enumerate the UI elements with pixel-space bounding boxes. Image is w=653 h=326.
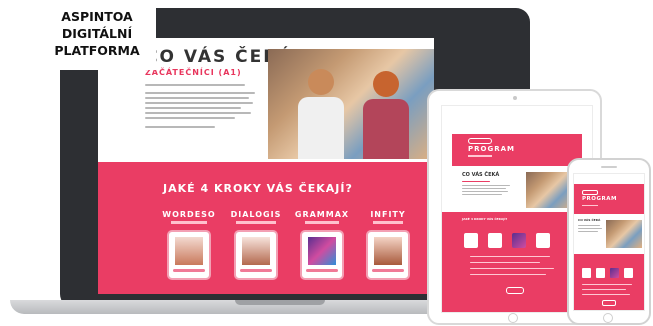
step-card-image [175,237,203,265]
step-grammax[interactable]: GRAMMAX [287,210,357,280]
step-title: INFITY [370,210,406,219]
step-title: DIALOGIS [230,210,282,219]
step-card-caption [173,269,205,272]
tablet-step-card[interactable] [512,233,526,248]
platform-badge: ASPINTOA DIGITÁLNÍ PLATFORMA [38,0,156,70]
tablet-steps-title: JAKÉ 4 KROKY VÁS ČEKAJÍ? [462,217,508,221]
badge-line-1: ASPINTOA [61,9,133,24]
step-card-image [308,237,336,265]
laptop-hero-subtitle: ZAČÁTEČNÍCI (A1) [145,68,242,77]
step-dialogis[interactable]: DIALOGIS [221,210,291,280]
phone-step-card[interactable] [582,268,591,278]
step-card-caption [306,269,338,272]
step-card-image [242,237,270,265]
step-card[interactable] [300,230,344,280]
step-title: WORDESO [162,210,216,219]
tablet-program-title: PROGRAM [468,145,515,153]
phone-header: PROGRAM [574,184,644,214]
phone-header-pill [582,190,598,195]
tablet-step-card[interactable] [536,233,550,248]
phone-section-text [578,225,604,232]
tablet-step-card[interactable] [488,233,502,248]
step-subtitle-line [171,221,207,224]
step-subtitle-line [236,221,276,224]
tablet-header-pill [468,138,492,144]
step-title: GRAMMAX [294,210,350,219]
step-card[interactable] [234,230,278,280]
tablet-list [470,256,560,275]
phone-speaker [601,166,617,168]
step-card[interactable] [167,230,211,280]
step-subtitle-line [305,221,339,224]
step-card-caption [240,269,272,272]
tablet-cta-button[interactable] [506,287,524,294]
phone-step-card[interactable] [610,268,619,278]
tablet-header-subline [468,155,492,157]
laptop-notch [235,300,325,305]
tablet-camera [513,96,517,100]
step-card-caption [372,269,404,272]
phone-step-card[interactable] [596,268,605,278]
laptop-hero-paragraph [145,84,255,144]
laptop-hero-photo [268,49,434,159]
tablet-home-button[interactable] [508,313,518,323]
phone-step-card[interactable] [624,268,633,278]
phone-home-button[interactable] [603,313,613,323]
step-infity[interactable]: INFITY [353,210,423,280]
phone-list [582,284,636,295]
step-card[interactable] [366,230,410,280]
tablet-header: PROGRAM [452,134,582,166]
phone-section-title: CO VÁS ČEKÁ [578,218,601,222]
phone-photo [606,220,642,248]
badge-line-3: PLATFORMA [54,43,140,58]
step-card-image [374,237,402,265]
phone-header-subline [582,205,598,206]
phone-screen: PROGRAM CO VÁS ČEKÁ [573,173,645,311]
phone-cta-button[interactable] [602,300,616,306]
tablet-section-title: CO VÁS ČEKÁ [462,172,500,178]
laptop-screen: CO VÁS ČEKÁ ZAČÁTEČNÍCI (A1) JAKÉ 4 KROK… [98,38,434,294]
step-subtitle-line [373,221,403,224]
laptop-steps-title: JAKÉ 4 KROKY VÁS ČEKAJÍ? [163,182,353,195]
tablet-step-card[interactable] [464,233,478,248]
step-wordeso[interactable]: WORDESO [154,210,224,280]
phone-program-title: PROGRAM [582,196,617,202]
badge-line-2: DIGITÁLNÍ [61,26,133,41]
tablet-section-text [462,181,512,195]
